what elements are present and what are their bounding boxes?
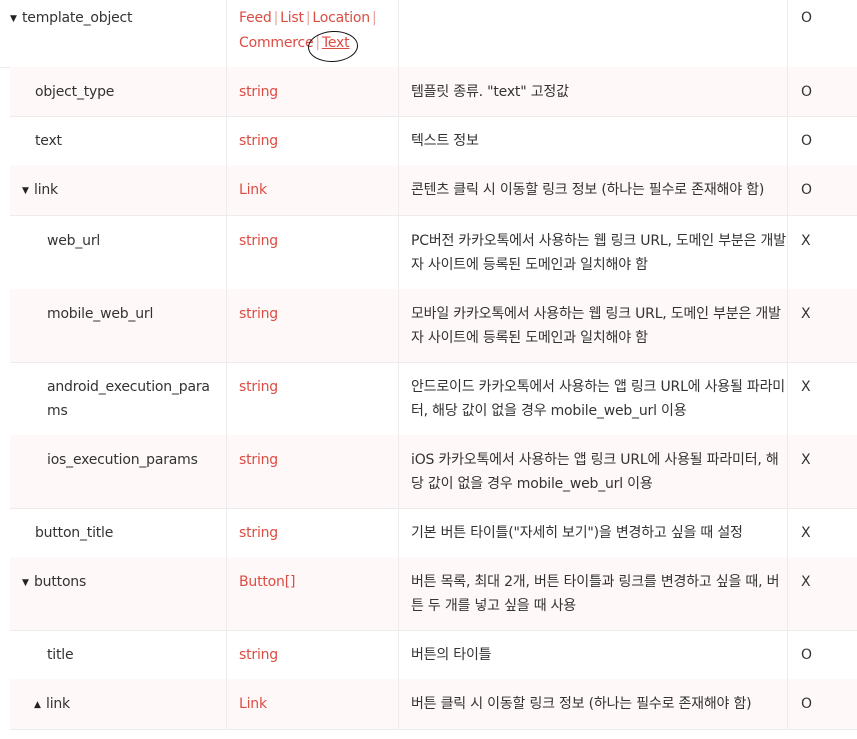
type-link-location[interactable]: Location — [312, 10, 370, 26]
field-name: mobile_web_url — [47, 306, 154, 322]
field-type: string — [239, 306, 278, 322]
field-description: 콘텐츠 클릭 시 이동할 링크 정보 (하나는 필수로 존재해야 함) — [411, 182, 765, 198]
required-flag: X — [801, 233, 811, 249]
field-name-line1: android_execution_para — [47, 379, 210, 395]
table-row: title string 버튼의 타이틀 O — [10, 630, 857, 680]
field-name: ios_execution_params — [47, 452, 198, 468]
field-name: object_type — [35, 84, 115, 100]
field-description: 버튼 클릭 시 이동할 링크 정보 (하나는 필수로 존재해야 함) — [411, 696, 752, 712]
table-row: ▼ link Link 콘텐츠 클릭 시 이동할 링크 정보 (하나는 필수로 존… — [10, 165, 857, 216]
field-description-line1: 모바일 카카오톡에서 사용하는 웹 링크 URL, 도메인 부분은 개발 — [411, 306, 781, 322]
field-type: string — [239, 84, 278, 100]
field-description-line2: 터, 해당 값이 없을 경우 mobile_web_url 이용 — [411, 403, 687, 419]
type-link-feed[interactable]: Feed — [239, 10, 272, 26]
field-name: link — [34, 182, 58, 198]
required-flag: O — [801, 647, 812, 663]
table-row: ▼ template_object Feed | List | Location | Com… — [0, 0, 857, 68]
table-row: button_title string 기본 버튼 타이틀("자세히 보기")을… — [10, 508, 857, 558]
table-row: mobile_web_url string 모바일 카카오톡에서 사용하는 웹 … — [10, 289, 857, 363]
field-name: text — [35, 133, 62, 149]
field-description-line1: 버튼 목록, 최대 2개, 버튼 타이틀과 링크를 변경하고 싶을 때, 버 — [411, 574, 780, 590]
name-cell: ▼ template_object — [0, 0, 227, 67]
field-description: 템플릿 종류. "text" 고정값 — [411, 84, 569, 100]
field-type: Button[] — [239, 574, 296, 590]
type-link-list[interactable]: List — [280, 10, 304, 26]
required-flag: O — [801, 696, 812, 712]
field-description-line2: 당 값이 없을 경우 mobile_web_url 이용 — [411, 476, 653, 492]
field-type: string — [239, 452, 278, 468]
table-row: android_execution_para ms string 안드로이드 카… — [10, 362, 857, 436]
expand-toggle-icon[interactable]: ▼ — [10, 7, 22, 31]
table-row: ▼ buttons Button[] 버튼 목록, 최대 2개, 버튼 타이틀과 … — [10, 557, 857, 631]
table-row: text string 텍스트 정보 O — [10, 116, 857, 166]
required-flag: X — [801, 574, 811, 590]
field-name: template_object — [22, 10, 133, 26]
field-name: buttons — [34, 574, 87, 590]
expand-toggle-icon[interactable]: ▼ — [22, 571, 34, 595]
field-type: Link — [239, 182, 267, 198]
required-flag: X — [801, 452, 811, 468]
field-description: 기본 버튼 타이틀("자세히 보기")을 변경하고 싶을 때 설정 — [411, 525, 743, 541]
field-name: link — [46, 696, 70, 712]
field-name-line2: ms — [47, 403, 68, 419]
table-row: ▲ link Link 버튼 클릭 시 이동할 링크 정보 (하나는 필수로 존재… — [10, 679, 857, 730]
field-description-line2: 튼 두 개를 넣고 싶을 때 사용 — [411, 598, 576, 614]
required-flag: X — [801, 525, 811, 541]
field-description-line1: iOS 카카오톡에서 사용하는 앱 링크 URL에 사용될 파라미터, 해 — [411, 452, 779, 468]
required-flag: X — [801, 379, 811, 395]
field-type: Link — [239, 696, 267, 712]
field-name: web_url — [47, 233, 101, 249]
field-type: string — [239, 233, 278, 249]
table-row: object_type string 템플릿 종류. "text" 고정값 O — [10, 67, 857, 117]
field-description-line1: PC버전 카카오톡에서 사용하는 웹 링크 URL, 도메인 부분은 개발 — [411, 233, 786, 249]
required-cell: O — [788, 0, 857, 67]
field-type: string — [239, 133, 278, 149]
collapse-toggle-icon[interactable]: ▲ — [34, 693, 46, 717]
description-cell — [399, 0, 788, 67]
field-description-line2: 자 사이트에 등록된 도메인과 일치해야 함 — [411, 257, 648, 273]
required-flag: X — [801, 306, 811, 322]
field-description: 텍스트 정보 — [411, 133, 479, 149]
field-description-line2: 자 사이트에 등록된 도메인과 일치해야 함 — [411, 330, 648, 346]
table-row: web_url string PC버전 카카오톡에서 사용하는 웹 링크 URL… — [10, 215, 857, 290]
field-type: string — [239, 525, 278, 541]
field-type: string — [239, 647, 278, 663]
table-row: ios_execution_params string iOS 카카오톡에서 사… — [10, 435, 857, 509]
type-link-commerce[interactable]: Commerce — [239, 35, 314, 51]
required-flag: O — [801, 10, 812, 26]
field-name: title — [47, 647, 74, 663]
field-description: 버튼의 타이틀 — [411, 647, 492, 663]
required-flag: O — [801, 182, 812, 198]
required-flag: O — [801, 84, 812, 100]
field-name: button_title — [35, 525, 114, 541]
field-description-line1: 안드로이드 카카오톡에서 사용하는 앱 링크 URL에 사용될 파라미 — [411, 379, 785, 395]
required-flag: O — [801, 133, 812, 149]
field-type: string — [239, 379, 278, 395]
expand-toggle-icon[interactable]: ▼ — [22, 179, 34, 203]
